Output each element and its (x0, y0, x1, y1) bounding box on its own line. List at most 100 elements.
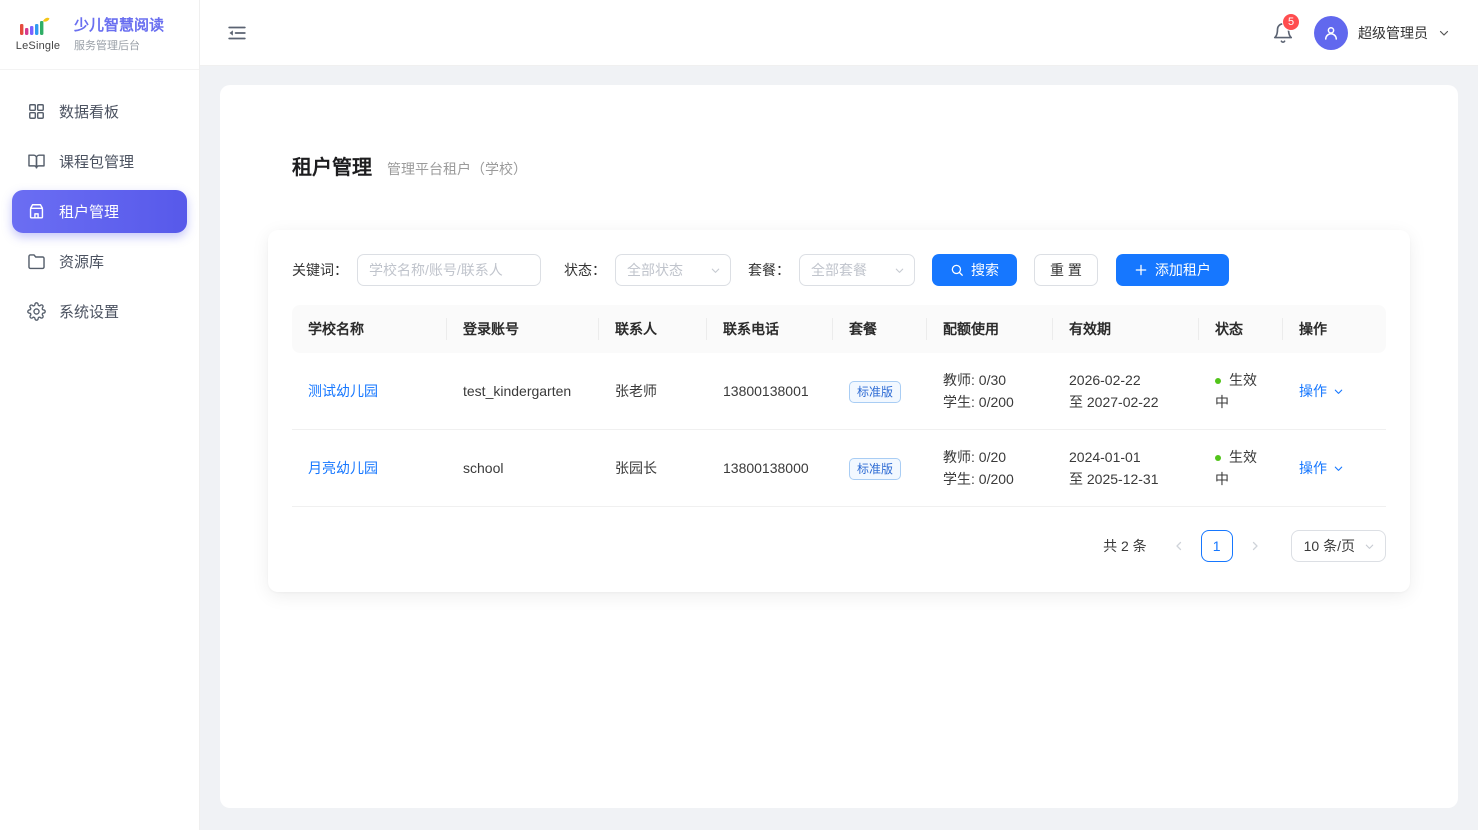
school-name-link[interactable]: 月亮幼儿园 (308, 460, 378, 476)
chevron-down-icon (1333, 463, 1344, 474)
sidebar-item-course-packages[interactable]: 课程包管理 (12, 140, 187, 183)
col-actions: 操作 (1283, 305, 1386, 353)
search-button[interactable]: 搜索 (932, 254, 1017, 286)
valid-from: 2024-01-01 (1069, 446, 1183, 468)
status-select-value: 全部状态 (627, 260, 683, 280)
table-row: 测试幼儿园 test_kindergarten 张老师 13800138001 … (292, 353, 1386, 430)
sidebar-item-dashboard[interactable]: 数据看板 (12, 90, 187, 133)
keyword-label: 关键词： (292, 260, 348, 280)
pagination: 共 2 条 1 10 条/页 (292, 530, 1386, 562)
contact-name: 张园长 (599, 430, 707, 507)
status-badge: 生效中 (1215, 449, 1257, 487)
table-row: 月亮幼儿园 school 张园长 13800138000 标准版 教师: 0/2… (292, 430, 1386, 507)
topbar-right: 5 超级管理员 (1272, 16, 1450, 50)
brand-subtitle: 服务管理后台 (74, 37, 164, 53)
folder-icon (27, 252, 46, 271)
status-cell: 生效中 (1199, 353, 1283, 430)
book-icon (27, 152, 46, 171)
quota-teacher: 教师: 0/20 (943, 446, 1037, 468)
plan-select-value: 全部套餐 (811, 260, 867, 280)
sidebar-menu: 数据看板 课程包管理 租户管理 资源库 (0, 70, 199, 353)
search-icon (950, 263, 964, 277)
sidebar-item-label: 课程包管理 (59, 151, 134, 172)
validity-cell: 2026-02-22 至 2027-02-22 (1053, 353, 1199, 430)
building-icon (27, 202, 46, 221)
add-tenant-button[interactable]: 添加租户 (1116, 254, 1229, 286)
sidebar-item-resources[interactable]: 资源库 (12, 240, 187, 283)
keyword-input[interactable] (357, 254, 541, 286)
valid-to: 至 2025-12-31 (1069, 468, 1183, 490)
chevron-down-icon (1333, 386, 1344, 397)
school-name-link[interactable]: 测试幼儿园 (308, 383, 378, 399)
contact-name: 张老师 (599, 353, 707, 430)
sidebar-item-settings[interactable]: 系统设置 (12, 290, 187, 333)
search-button-label: 搜索 (971, 260, 999, 280)
col-quota: 配额使用 (927, 305, 1053, 353)
plan-select[interactable]: 全部套餐 (799, 254, 915, 286)
contact-phone: 13800138000 (707, 430, 833, 507)
avatar (1314, 16, 1348, 50)
col-status: 状态 (1199, 305, 1283, 353)
reset-button[interactable]: 重 置 (1034, 254, 1098, 286)
plus-icon (1134, 263, 1148, 277)
chevron-left-icon (1173, 540, 1185, 552)
col-validity: 有效期 (1053, 305, 1199, 353)
quota-cell: 教师: 0/30 学生: 0/200 (927, 353, 1053, 430)
pagination-total: 共 2 条 (1103, 536, 1147, 556)
sidebar-item-tenants[interactable]: 租户管理 (12, 190, 187, 233)
table-header-row: 学校名称 登录账号 联系人 联系电话 套餐 配额使用 有效期 状态 操作 (292, 305, 1386, 353)
page-header: 租户管理 管理平台租户（学校） (220, 85, 1458, 180)
chevron-down-icon (710, 265, 721, 276)
add-tenant-button-label: 添加租户 (1155, 260, 1211, 280)
col-contact: 联系人 (599, 305, 707, 353)
sidebar: LeSingle 少儿智慧阅读 服务管理后台 数据看板 课程包管理 (0, 0, 200, 830)
user-menu[interactable]: 超级管理员 (1314, 16, 1450, 50)
notifications-button[interactable]: 5 (1272, 22, 1294, 44)
quota-cell: 教师: 0/20 学生: 0/200 (927, 430, 1053, 507)
pagination-prev-button[interactable] (1165, 532, 1193, 560)
status-dot (1215, 455, 1221, 461)
pagination-next-button[interactable] (1241, 532, 1269, 560)
logo-wordmark: LeSingle (12, 40, 64, 52)
logo-bars-icon (12, 17, 56, 39)
valid-to: 至 2027-02-22 (1069, 391, 1183, 413)
row-actions-dropdown[interactable]: 操作 (1299, 380, 1344, 402)
validity-cell: 2024-01-01 至 2025-12-31 (1053, 430, 1199, 507)
col-login-account: 登录账号 (447, 305, 599, 353)
plan-badge: 标准版 (849, 381, 901, 403)
page-size-select[interactable]: 10 条/页 (1291, 530, 1386, 562)
quota-student: 学生: 0/200 (943, 391, 1037, 413)
user-name: 超级管理员 (1358, 23, 1428, 43)
main-content-card: 租户管理 管理平台租户（学校） 关键词： 状态： 全部状态 套餐： 全部套餐 (220, 85, 1458, 808)
page-subtitle: 管理平台租户（学校） (387, 159, 527, 179)
page-size-value: 10 条/页 (1304, 536, 1355, 556)
lesingle-logo: LeSingle (12, 17, 64, 52)
col-phone: 联系电话 (707, 305, 833, 353)
brand-area: LeSingle 少儿智慧阅读 服务管理后台 (0, 0, 199, 70)
status-badge: 生效中 (1215, 372, 1257, 410)
status-dot (1215, 378, 1221, 384)
reset-button-label: 重 置 (1050, 260, 1082, 280)
dashboard-icon (27, 102, 46, 121)
status-select[interactable]: 全部状态 (615, 254, 731, 286)
pagination-page-1[interactable]: 1 (1201, 530, 1233, 562)
row-actions-label: 操作 (1299, 457, 1327, 479)
brand-title: 少儿智慧阅读 (74, 16, 164, 35)
row-actions-dropdown[interactable]: 操作 (1299, 457, 1344, 479)
quota-student: 学生: 0/200 (943, 468, 1037, 490)
sidebar-item-label: 系统设置 (59, 301, 119, 322)
login-account: school (447, 430, 599, 507)
user-icon (1322, 24, 1340, 42)
row-actions-label: 操作 (1299, 380, 1327, 402)
contact-phone: 13800138001 (707, 353, 833, 430)
chevron-down-icon (1364, 541, 1375, 552)
menu-fold-icon[interactable] (226, 22, 248, 44)
status-cell: 生效中 (1199, 430, 1283, 507)
sidebar-item-label: 资源库 (59, 251, 104, 272)
notification-badge: 5 (1282, 13, 1300, 31)
quota-teacher: 教师: 0/30 (943, 369, 1037, 391)
page-title: 租户管理 (292, 151, 372, 180)
chevron-down-icon (894, 265, 905, 276)
plan-badge: 标准版 (849, 458, 901, 480)
sidebar-item-label: 租户管理 (59, 201, 119, 222)
